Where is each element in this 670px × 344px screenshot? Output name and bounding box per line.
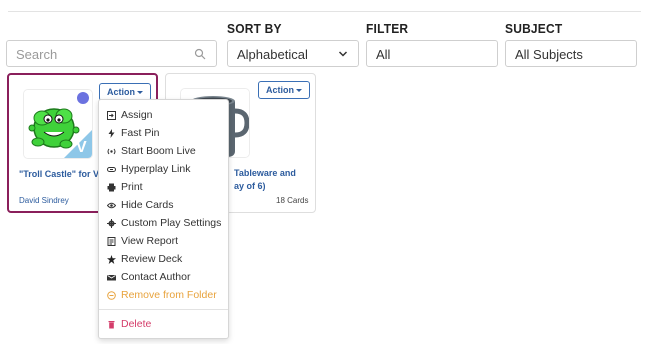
- menu-item-assign[interactable]: Assign: [99, 107, 228, 124]
- broadcast-icon: [107, 148, 116, 155]
- menu-item-hyperplay-link[interactable]: Hyperplay Link: [99, 161, 228, 178]
- sort-by-select[interactable]: Alphabetical: [227, 40, 359, 67]
- action-menu: Assign Fast Pin Start Boom Live Hyperpla…: [98, 99, 229, 339]
- vocab-badge: V: [76, 139, 87, 156]
- gear-icon: [107, 219, 116, 228]
- menu-item-hide-cards[interactable]: Hide Cards: [99, 197, 228, 214]
- filter-select[interactable]: All: [366, 40, 498, 67]
- search-placeholder: Search: [16, 47, 58, 62]
- menu-divider: [99, 309, 228, 310]
- subject-label: SUBJECT: [505, 21, 563, 37]
- deck-title-line1[interactable]: Tableware and: [234, 167, 296, 179]
- menu-item-review-deck[interactable]: Review Deck: [99, 251, 228, 268]
- subject-select[interactable]: All Subjects: [505, 40, 637, 67]
- star-icon: [107, 255, 116, 264]
- eye-icon: [107, 202, 116, 209]
- sort-by-value: Alphabetical: [237, 47, 308, 62]
- search-input[interactable]: Search: [6, 40, 217, 67]
- caret-down-icon: [296, 89, 302, 92]
- filter-value: All: [376, 47, 391, 62]
- menu-item-remove-from-folder[interactable]: Remove from Folder: [99, 287, 228, 304]
- print-icon: [107, 183, 116, 192]
- report-icon: [107, 237, 116, 246]
- top-divider: [8, 11, 641, 12]
- action-label: Action: [107, 87, 135, 97]
- action-button[interactable]: Action: [258, 81, 310, 99]
- envelope-icon: [107, 275, 116, 281]
- assign-icon: [107, 111, 116, 120]
- caret-down-icon: [137, 91, 143, 94]
- minus-circle-icon: [107, 291, 116, 300]
- deck-author[interactable]: David Sindrey: [19, 196, 69, 205]
- bolt-icon: [108, 129, 115, 138]
- menu-item-view-report[interactable]: View Report: [99, 233, 228, 250]
- menu-item-delete[interactable]: Delete: [99, 316, 228, 333]
- card-count: 18 Cards: [276, 196, 309, 205]
- action-label: Action: [266, 85, 294, 95]
- link-icon: [107, 167, 116, 172]
- menu-item-custom-play-settings[interactable]: Custom Play Settings: [99, 215, 228, 232]
- menu-item-start-boom-live[interactable]: Start Boom Live: [99, 143, 228, 160]
- menu-item-fast-pin[interactable]: Fast Pin: [99, 125, 228, 142]
- search-icon: [194, 48, 206, 60]
- chevron-down-icon: [338, 51, 348, 57]
- sort-by-label: SORT BY: [227, 21, 282, 37]
- menu-item-print[interactable]: Print: [99, 179, 228, 196]
- status-dot: [77, 92, 89, 104]
- filter-label: FILTER: [366, 21, 409, 37]
- deck-title-line2[interactable]: ay of 6): [234, 180, 266, 192]
- trash-icon: [108, 321, 115, 329]
- menu-item-contact-author[interactable]: Contact Author: [99, 269, 228, 286]
- subject-value: All Subjects: [515, 47, 583, 62]
- deck-title[interactable]: "Troll Castle" for Vo: [19, 168, 104, 180]
